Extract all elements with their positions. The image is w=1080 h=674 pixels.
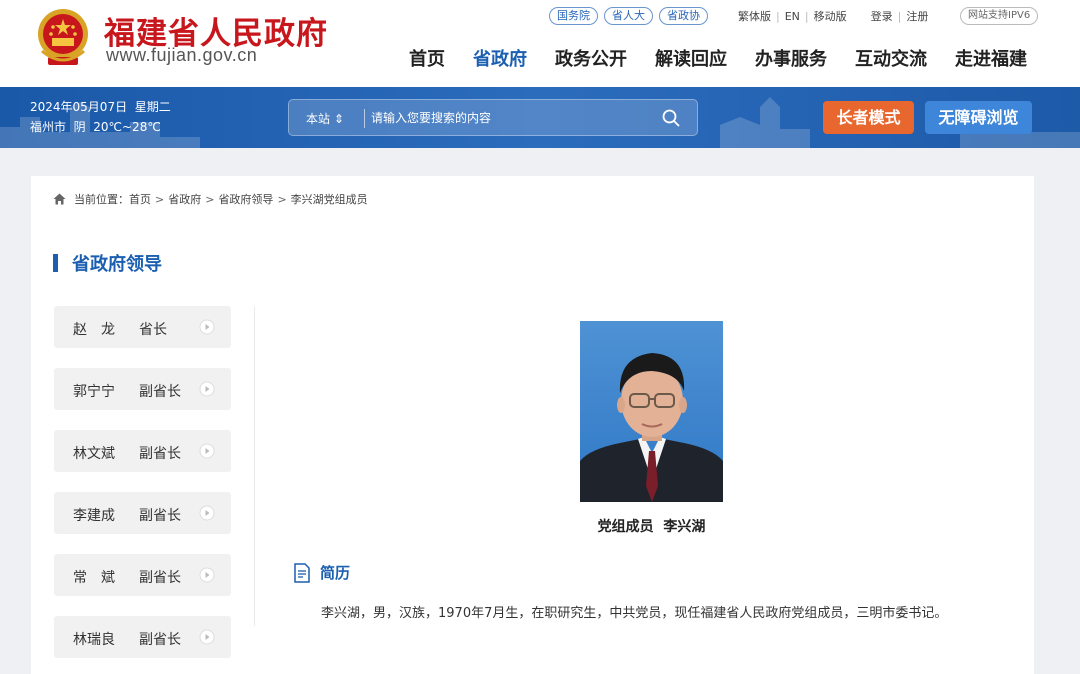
leader-item[interactable]: 林文斌 副省长: [54, 430, 231, 472]
breadcrumb-leaders[interactable]: 省政府领导: [218, 191, 273, 207]
traditional-link[interactable]: 繁体版: [738, 10, 771, 23]
site-url[interactable]: www.fujian.gov.cn: [106, 45, 257, 66]
weather-text: 福州市 阴 20℃~28℃: [30, 120, 161, 134]
leader-name: 郭宁宁: [73, 384, 115, 400]
search-scope-select[interactable]: 本站 ⇕: [306, 110, 344, 127]
bio-heading-text: 简历: [320, 564, 351, 582]
leader-item[interactable]: 郭宁宁 副省长: [54, 368, 231, 410]
search-input[interactable]: [371, 106, 651, 130]
leader-title: 副省长: [139, 446, 181, 462]
chevron-right-icon: [199, 381, 215, 397]
nav-home[interactable]: 首页: [409, 45, 445, 71]
portrait-photo: [580, 321, 723, 502]
leader-title: 副省长: [139, 570, 181, 586]
leader-item[interactable]: 林瑞良 副省长: [54, 616, 231, 658]
leader-title: 副省长: [139, 508, 181, 524]
breadcrumb: 当前位置： 首页 > 省政府 > 省政府领导 > 李兴湖党组成员: [53, 191, 368, 207]
document-icon: [294, 562, 310, 583]
ipv6-badge: 网站支持IPV6: [960, 7, 1039, 25]
main-nav: 首页 省政府 政务公开 解读回应 办事服务 互动交流 走进福建: [409, 45, 1027, 71]
leader-item[interactable]: 赵 龙 省长: [54, 306, 231, 348]
breadcrumb-current[interactable]: 李兴湖党组成员: [291, 191, 368, 207]
nav-about-fujian[interactable]: 走进福建: [955, 45, 1027, 71]
bio-text: 李兴湖，男，汉族，1970年7月生，在职研究生，中共党员，现任福建省人民政府党组…: [321, 606, 948, 621]
divider: |: [897, 10, 902, 23]
breadcrumb-separator: >: [155, 192, 165, 206]
nav-government-affairs[interactable]: 政务公开: [555, 45, 627, 71]
home-icon: [53, 193, 66, 205]
date-weather: 2024年05月07日 星期二 福州市 阴 20℃~28℃: [30, 97, 171, 137]
nav-services[interactable]: 办事服务: [755, 45, 827, 71]
pill-state-council[interactable]: 国务院: [549, 7, 598, 25]
pill-provincial-congress[interactable]: 省人大: [604, 7, 653, 25]
title-bar: [53, 254, 58, 272]
chevron-right-icon: [199, 629, 215, 645]
breadcrumb-provincial-government[interactable]: 省政府: [168, 191, 201, 207]
english-link[interactable]: EN: [785, 10, 800, 23]
leader-title: 副省长: [139, 384, 181, 400]
leader-name: 赵 龙: [73, 322, 115, 338]
section-title: 省政府领导: [53, 250, 162, 276]
leader-title: 副省长: [139, 632, 181, 648]
chevron-right-icon: [199, 567, 215, 583]
leader-name: 林瑞良: [73, 632, 115, 648]
divider: [254, 306, 255, 626]
leader-title: 省长: [139, 322, 167, 338]
leader-item[interactable]: 常 斌 副省长: [54, 554, 231, 596]
chevron-right-icon: [199, 319, 215, 335]
nav-interpretation[interactable]: 解读回应: [655, 45, 727, 71]
mobile-link[interactable]: 移动版: [814, 10, 847, 23]
national-emblem-icon[interactable]: [34, 7, 92, 67]
nav-interaction[interactable]: 互动交流: [855, 45, 927, 71]
leader-item[interactable]: 李建成 副省长: [54, 492, 231, 534]
divider: |: [804, 10, 809, 23]
section-title-text: 省政府领导: [72, 254, 162, 275]
chevron-right-icon: [199, 443, 215, 459]
chevron-right-icon: [199, 505, 215, 521]
accessibility-button[interactable]: 无障碍浏览: [925, 101, 1032, 134]
related-sites: 国务院 省人大 省政协: [549, 7, 708, 25]
pill-cppcc[interactable]: 省政协: [659, 7, 708, 25]
top-links: 繁体版 | EN | 移动版 登录 | 注册: [738, 8, 928, 24]
portrait-caption: 党组成员 李兴湖: [597, 519, 706, 535]
breadcrumb-separator: >: [277, 192, 287, 206]
divider: [364, 109, 365, 128]
site-header: 福建省人民政府 www.fujian.gov.cn 国务院 省人大 省政协 繁体…: [0, 0, 1080, 87]
date-text: 2024年05月07日 星期二: [30, 100, 171, 114]
elder-mode-button[interactable]: 长者模式: [823, 101, 914, 134]
search-bar: 本站 ⇕: [288, 99, 698, 136]
breadcrumb-separator: >: [205, 192, 215, 206]
login-link[interactable]: 登录: [871, 10, 893, 23]
content-card: 当前位置： 首页 > 省政府 > 省政府领导 > 李兴湖党组成员 省政府领导 赵…: [31, 176, 1034, 674]
nav-provincial-government[interactable]: 省政府: [473, 45, 527, 71]
divider: |: [776, 10, 780, 23]
search-icon[interactable]: [661, 108, 681, 128]
breadcrumb-home[interactable]: 首页: [129, 191, 151, 207]
leader-name: 李建成: [73, 508, 115, 524]
leader-name: 林文斌: [73, 446, 115, 462]
leader-name: 常 斌: [73, 570, 115, 586]
breadcrumb-label: 当前位置：: [74, 193, 129, 206]
bio-heading: 简历: [293, 562, 350, 583]
register-link[interactable]: 注册: [906, 10, 928, 23]
search-band: 2024年05月07日 星期二 福州市 阴 20℃~28℃ 本站 ⇕ 长者模式 …: [0, 87, 1080, 148]
